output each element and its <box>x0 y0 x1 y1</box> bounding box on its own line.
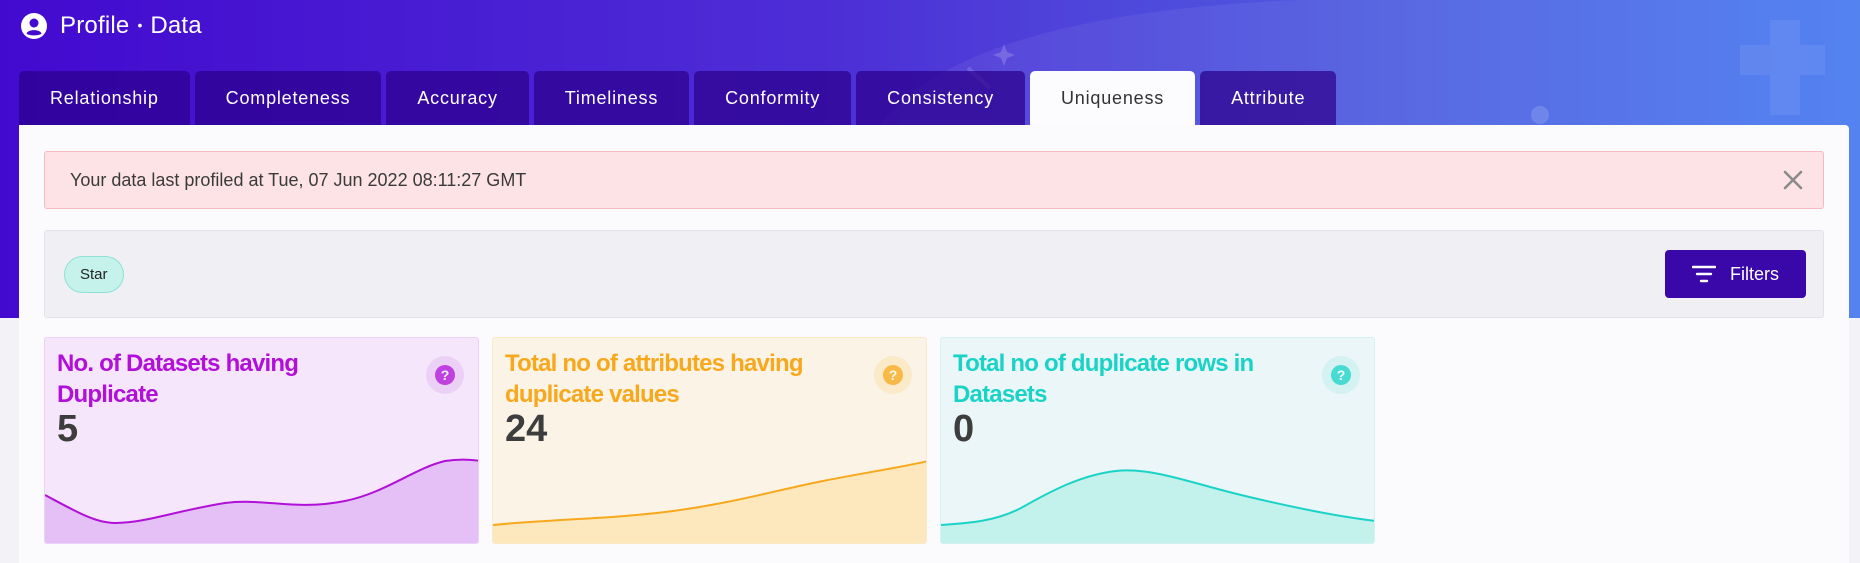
tab-completeness[interactable]: Completeness <box>194 71 382 126</box>
metric-card-value: 5 <box>57 408 79 450</box>
metric-card-value: 24 <box>505 408 548 450</box>
help-icon[interactable]: ? <box>1322 356 1360 394</box>
question-mark-glyph: ? <box>883 365 903 385</box>
metric-card-label: Total no of duplicate rows in Datasets <box>953 350 1254 408</box>
tab-conformity[interactable]: Conformity <box>694 71 852 126</box>
metric-card-2: Total no of attributes having duplicate … <box>492 337 927 544</box>
question-mark-glyph: ? <box>435 365 455 385</box>
filters-button-label: Filters <box>1730 263 1779 284</box>
metric-card-3: Total no of duplicate rows in Datasets 0? <box>940 337 1375 544</box>
question-mark-glyph: ? <box>1331 365 1351 385</box>
tab-attribute[interactable]: Attribute <box>1200 71 1337 126</box>
page-subtitle: Data <box>150 12 202 39</box>
sparkline-area <box>941 470 1374 543</box>
tab-accuracy[interactable]: Accuracy <box>386 71 529 126</box>
page-title: Profile <box>60 12 130 39</box>
filter-chip-star[interactable]: Star <box>64 256 124 293</box>
tab-timeliness[interactable]: Timeliness <box>533 71 690 126</box>
help-icon[interactable]: ? <box>426 356 464 394</box>
tab-relationship[interactable]: Relationship <box>19 71 190 126</box>
metric-card-value: 0 <box>953 408 975 450</box>
filter-icon <box>1692 265 1716 283</box>
content-panel: Your data last profiled at Tue, 07 Jun 2… <box>19 125 1849 563</box>
user-circle-icon <box>21 13 47 39</box>
metric-card-1: No. of Datasets having Duplicate 5? <box>44 337 479 544</box>
profile-alert: Your data last profiled at Tue, 07 Jun 2… <box>44 151 1824 209</box>
close-icon[interactable] <box>1781 168 1805 192</box>
filters-button[interactable]: Filters <box>1665 250 1806 298</box>
metric-card-label: No. of Datasets having Duplicate <box>57 350 299 408</box>
tab-uniqueness[interactable]: Uniqueness <box>1030 71 1196 126</box>
hero-dot <box>1531 106 1549 124</box>
help-icon[interactable]: ? <box>874 356 912 394</box>
alert-message: Your data last profiled at Tue, 07 Jun 2… <box>70 169 527 190</box>
page-header: Profile • Data <box>20 10 202 42</box>
tab-consistency[interactable]: Consistency <box>856 71 1025 126</box>
filter-bar: Star Filters <box>44 230 1824 318</box>
metric-card-label: Total no of attributes having duplicate … <box>505 350 803 408</box>
tab-bar: Relationship Completeness Accuracy Timeline… <box>19 71 1341 126</box>
title-separator: • <box>137 17 143 33</box>
